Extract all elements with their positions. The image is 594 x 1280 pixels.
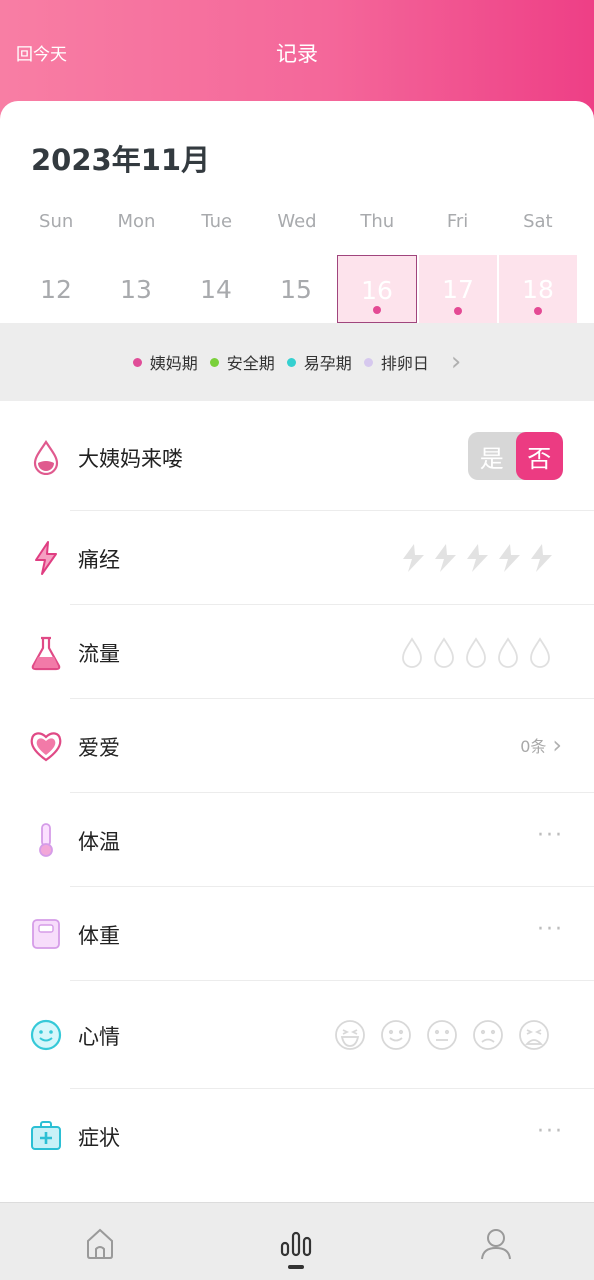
legend-dot [363,357,373,367]
date-cell[interactable]: 17 [419,255,497,323]
weekday-label: Sun [39,211,74,232]
record-list: 大姨妈来喽 是 否 痛经 流量 爱爱 0条 › 体温 ··· 体重 ··· 心情… [0,401,594,1183]
mood-faces-icon[interactable] [334,1017,560,1053]
drop-icon [33,440,59,475]
row-label: 爱爱 [78,736,120,760]
row-period: 大姨妈来喽 是 否 [0,401,594,511]
heart-icon [30,732,62,762]
date-number: 16 [361,276,393,305]
row-label: 流量 [78,642,120,666]
row-label: 心情 [78,1025,120,1049]
period-dot [454,307,462,315]
weekday-label: Wed [277,211,317,232]
thermometer-icon [39,823,53,857]
user-icon[interactable] [476,1223,516,1263]
calendar-card: 2023年11月 Sun Mon Tue Wed Thu Fri Sat 12 … [0,101,594,323]
legend-dot [209,357,219,367]
period-toggle[interactable]: 是 否 [468,432,563,480]
medical-kit-icon [31,1121,61,1150]
date-number: 14 [200,275,232,304]
row-love[interactable]: 爱爱 0条 › [0,699,594,793]
bottom-tab-bar [0,1202,594,1280]
row-label: 体温 [78,830,120,854]
row-label: 体重 [78,924,120,948]
row-weight[interactable]: 体重 ··· [0,887,594,981]
date-number: 15 [280,275,312,304]
love-count[interactable]: 0条 › [520,731,562,759]
chevron-right-icon: › [552,731,562,759]
week-dates: 12 13 14 15 16 17 18 [16,255,578,323]
date-number: 18 [522,275,554,304]
date-cell[interactable]: 12 [17,255,95,323]
date-cell[interactable]: 15 [257,255,335,323]
home-icon[interactable] [80,1223,120,1263]
legend-label: 姨妈期 [149,354,198,373]
legend-item-fertile: 易孕期 [286,350,352,374]
lightning-icon [35,541,57,575]
cramp-level-selector[interactable] [400,541,560,575]
date-cell-selected[interactable]: 16 [337,255,417,323]
row-flow: 流量 [0,605,594,699]
weekday-label: Tue [201,211,233,232]
scale-icon [32,919,60,949]
date-cell[interactable]: 18 [499,255,577,323]
chevron-right-icon[interactable]: › [451,347,461,377]
row-cramps: 痛经 [0,511,594,605]
date-number: 13 [120,275,152,304]
mood-selector[interactable] [334,1017,560,1053]
date-cell[interactable]: 14 [177,255,255,323]
row-label: 痛经 [78,548,120,572]
weekday-header: Sun Mon Tue Wed Thu Fri Sat [16,211,578,232]
lightning-rating-icon[interactable] [400,541,560,575]
record-icon[interactable] [276,1223,316,1263]
flask-icon [31,636,61,671]
date-number: 17 [442,275,474,304]
more-icon[interactable]: ··· [537,823,564,848]
flow-level-selector[interactable] [400,635,560,671]
period-dot [534,307,542,315]
cycle-legend[interactable]: 姨妈期 安全期 易孕期 排卵日 › [0,323,594,401]
legend-item-period: 姨妈期 [132,350,198,374]
weekday-label: Fri [446,211,469,232]
legend-label: 排卵日 [380,354,429,373]
weekday-label: Thu [360,211,395,232]
date-number: 12 [40,275,72,304]
toggle-yes[interactable]: 是 [468,432,516,480]
legend-dot [286,357,296,367]
row-label: 症状 [78,1126,120,1150]
month-title: 2023年11月 [31,143,211,177]
row-mood: 心情 [0,981,594,1089]
more-icon[interactable]: ··· [537,1119,564,1144]
legend-item-ovulation: 排卵日 [363,350,429,374]
weekday-label: Mon [117,211,156,232]
toggle-no[interactable]: 否 [515,432,563,480]
more-icon[interactable]: ··· [537,917,564,942]
legend-label: 易孕期 [303,354,352,373]
page-title: 记录 [276,42,318,66]
weekday-label: Sat [523,211,553,232]
row-symptoms[interactable]: 症状 ··· [0,1089,594,1183]
date-cell[interactable]: 13 [97,255,175,323]
active-tab-indicator [288,1265,304,1269]
legend-dot [132,357,142,367]
smile-icon [30,1019,62,1051]
row-temperature[interactable]: 体温 ··· [0,793,594,887]
row-label: 大姨妈来喽 [78,447,183,471]
love-count-text: 0条 [520,737,547,756]
period-dot [373,306,381,314]
legend-item-safe: 安全期 [209,350,275,374]
drop-rating-icon[interactable] [400,635,560,671]
legend-label: 安全期 [226,354,275,373]
